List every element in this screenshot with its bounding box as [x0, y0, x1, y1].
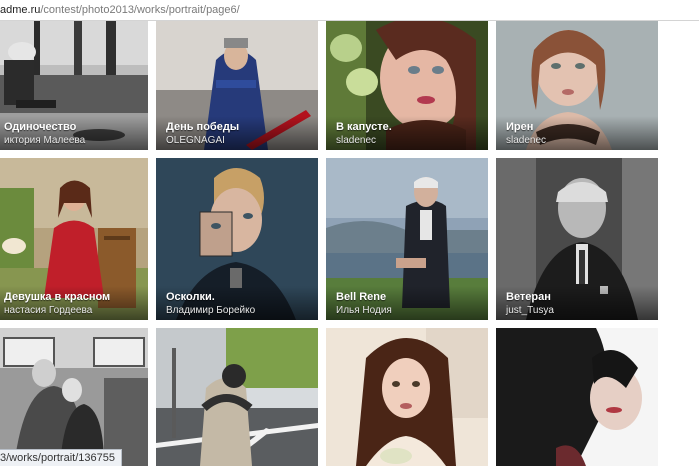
caption-overlay: Ветеран just_Tusya	[496, 286, 658, 320]
caption-overlay: Ирен sladenec	[496, 116, 658, 150]
photo-card[interactable]	[326, 328, 488, 466]
photo-card[interactable]: Одиночество иктория Малеева	[0, 20, 148, 150]
photo-author: sladenec	[336, 135, 377, 146]
photo-card[interactable]: Bell Rene Илья Нодия	[326, 158, 488, 320]
photo-card[interactable]	[0, 328, 148, 466]
status-bar-link-preview: 3/works/portrait/136755	[0, 449, 122, 466]
photo-thumbnail	[326, 328, 488, 466]
photo-author: настасия Гордеева	[4, 305, 93, 316]
photo-title: Bell Rene	[336, 291, 387, 303]
caption-overlay: День победы OLEGNAGAI	[156, 116, 318, 150]
photo-title: День победы	[166, 121, 240, 133]
photo-card[interactable]: В капусте. sladenec	[326, 20, 488, 150]
caption-overlay: Одиночество иктория Малеева	[0, 116, 148, 150]
photo-card[interactable]	[156, 328, 318, 466]
photo-thumbnail	[0, 328, 148, 466]
photo-title: Одиночество	[4, 121, 77, 133]
photo-author: OLEGNAGAI	[166, 135, 225, 146]
caption-overlay: Bell Rene Илья Нодия	[326, 286, 488, 320]
photo-card[interactable]: Ветеран just_Tusya	[496, 158, 658, 320]
photo-author: Илья Нодия	[336, 305, 392, 316]
photo-author: Владимир Борейко	[166, 305, 256, 316]
photo-grid: Одиночество иктория Малеева День победы …	[0, 0, 699, 466]
photo-title: Ветеран	[506, 291, 551, 303]
photo-card[interactable]: Ирен sladenec	[496, 20, 658, 150]
photo-card[interactable]	[496, 328, 658, 466]
photo-title: Девушка в красном	[4, 291, 111, 303]
photo-thumbnail	[496, 328, 658, 466]
photo-author: just_Tusya	[506, 305, 554, 316]
photo-title: Осколки.	[166, 291, 215, 303]
caption-overlay: В капусте. sladenec	[326, 116, 488, 150]
photo-title: Ирен	[506, 121, 534, 133]
caption-overlay: Девушка в красном настасия Гордеева	[0, 286, 148, 320]
photo-card[interactable]: День победы OLEGNAGAI	[156, 20, 318, 150]
photo-author: иктория Малеева	[4, 135, 86, 146]
url-path: /contest/photo2013/works/portrait/page6/	[40, 4, 240, 16]
photo-title: В капусте.	[336, 121, 392, 133]
photo-card[interactable]: Девушка в красном настасия Гордеева	[0, 158, 148, 320]
caption-overlay: Осколки. Владимир Борейко	[156, 286, 318, 320]
photo-card[interactable]: Осколки. Владимир Борейко	[156, 158, 318, 320]
photo-author: sladenec	[506, 135, 547, 146]
address-bar[interactable]: adme.ru/contest/photo2013/works/portrait…	[0, 0, 699, 21]
url-domain: adme.ru	[0, 4, 41, 16]
photo-thumbnail	[156, 328, 318, 466]
